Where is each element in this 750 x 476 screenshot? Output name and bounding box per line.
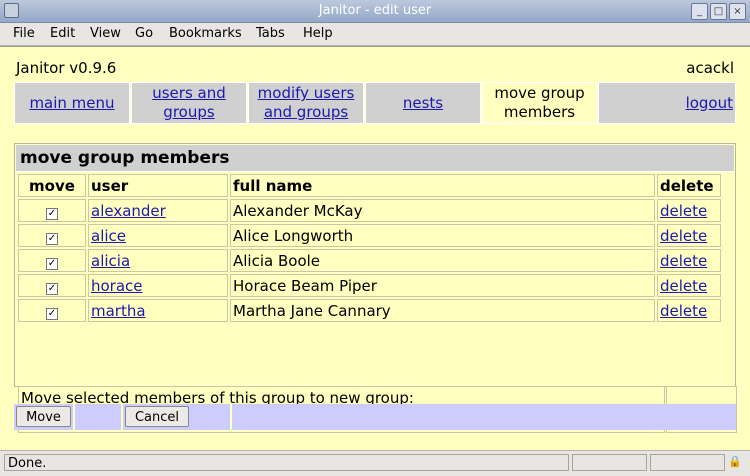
- nav-modify-users-link[interactable]: modify users and groups: [258, 84, 355, 122]
- current-user: acackl: [686, 59, 734, 77]
- table-row: ✓ alexander Alexander McKay delete: [18, 199, 721, 222]
- nav-logout: logout: [598, 82, 736, 124]
- app-title: Janitor v0.9.6: [16, 59, 117, 77]
- menu-view[interactable]: View: [90, 26, 121, 41]
- nav-current-label: move group members: [494, 84, 584, 122]
- menu-tabs[interactable]: Tabs: [256, 26, 285, 41]
- delete-link[interactable]: delete: [660, 277, 707, 295]
- nav-users-line2: groups: [163, 103, 215, 121]
- button-divider: [230, 404, 232, 430]
- nav-move-line1: move group: [494, 84, 585, 102]
- status-slot: [650, 454, 725, 471]
- menu-help[interactable]: Help: [303, 26, 333, 41]
- full-name: Alicia Boole: [230, 249, 655, 272]
- members-table: move user full name delete ✓ alexander A…: [16, 172, 723, 324]
- window-titlebar: Janitor - edit user _ □ ×: [0, 0, 750, 23]
- nav-users-and-groups-link[interactable]: users and groups: [152, 84, 226, 122]
- button-divider: [121, 404, 123, 430]
- delete-link[interactable]: delete: [660, 202, 707, 220]
- move-checkbox[interactable]: ✓: [46, 207, 58, 220]
- move-members-panel: move group members move user full name d…: [14, 143, 737, 433]
- panel-title: move group members: [16, 145, 734, 172]
- menu-bar: File Edit View Go Bookmarks Tabs Help: [0, 23, 750, 46]
- nav-move-group-members: move group members: [482, 82, 597, 124]
- nav-nests: nests: [365, 82, 481, 124]
- nav-main-menu-link[interactable]: main menu: [29, 94, 114, 113]
- table-row: ✓ martha Martha Jane Cannary delete: [18, 299, 721, 322]
- user-link[interactable]: alice: [91, 227, 126, 245]
- nav-nests-link[interactable]: nests: [403, 94, 443, 113]
- nav-bar: main menu users and groups modify users an…: [14, 82, 736, 124]
- lock-icon: 🔒: [728, 455, 742, 468]
- page-content: Janitor v0.9.6 acackl main menu users an…: [0, 46, 750, 450]
- nav-users-and-groups: users and groups: [131, 82, 247, 124]
- window-title: Janitor - edit user: [318, 3, 432, 18]
- delete-link[interactable]: delete: [660, 252, 707, 270]
- nav-logout-link[interactable]: logout: [686, 94, 733, 113]
- user-link[interactable]: martha: [91, 302, 146, 320]
- user-link[interactable]: alicia: [91, 252, 130, 270]
- menu-bookmarks[interactable]: Bookmarks: [169, 26, 242, 41]
- nav-move-line2: members: [503, 103, 576, 121]
- full-name: Alice Longworth: [230, 224, 655, 247]
- full-name: Alexander McKay: [230, 199, 655, 222]
- nav-modify-users: modify users and groups: [248, 82, 364, 124]
- nav-users-line1: users and: [152, 84, 226, 102]
- menu-file[interactable]: File: [13, 26, 35, 41]
- user-link[interactable]: alexander: [91, 202, 166, 220]
- menu-edit[interactable]: Edit: [50, 26, 75, 41]
- delete-link[interactable]: delete: [660, 227, 707, 245]
- table-header-row: move user full name delete: [18, 174, 721, 197]
- table-row: ✓ alicia Alicia Boole delete: [18, 249, 721, 272]
- move-checkbox[interactable]: ✓: [46, 257, 58, 270]
- col-move: move: [18, 174, 86, 197]
- status-bar: Done. 🔒: [0, 450, 750, 476]
- button-divider: [73, 404, 75, 430]
- user-link[interactable]: horace: [91, 277, 143, 295]
- col-delete: delete: [657, 174, 721, 197]
- status-slot: [572, 454, 647, 471]
- nav-modify-line2: and groups: [263, 103, 349, 121]
- move-button[interactable]: Move: [16, 406, 71, 427]
- table-row: ✓ alice Alice Longworth delete: [18, 224, 721, 247]
- minimize-icon[interactable]: _: [691, 3, 708, 20]
- col-user: user: [88, 174, 228, 197]
- menu-go[interactable]: Go: [135, 26, 153, 41]
- full-name: Martha Jane Cannary: [230, 299, 655, 322]
- cancel-button[interactable]: Cancel: [125, 406, 189, 427]
- close-icon[interactable]: ×: [729, 3, 746, 20]
- button-bar: Move Cancel: [14, 404, 736, 430]
- nav-main-menu: main menu: [14, 82, 130, 124]
- delete-link[interactable]: delete: [660, 302, 707, 320]
- move-checkbox[interactable]: ✓: [46, 282, 58, 295]
- table-row: ✓ horace Horace Beam Piper delete: [18, 274, 721, 297]
- maximize-icon[interactable]: □: [710, 3, 727, 20]
- move-checkbox[interactable]: ✓: [46, 232, 58, 245]
- full-name: Horace Beam Piper: [230, 274, 655, 297]
- nav-modify-line1: modify users: [257, 84, 355, 102]
- status-text: Done.: [4, 454, 569, 471]
- col-full-name: full name: [230, 174, 655, 197]
- move-checkbox[interactable]: ✓: [46, 307, 58, 320]
